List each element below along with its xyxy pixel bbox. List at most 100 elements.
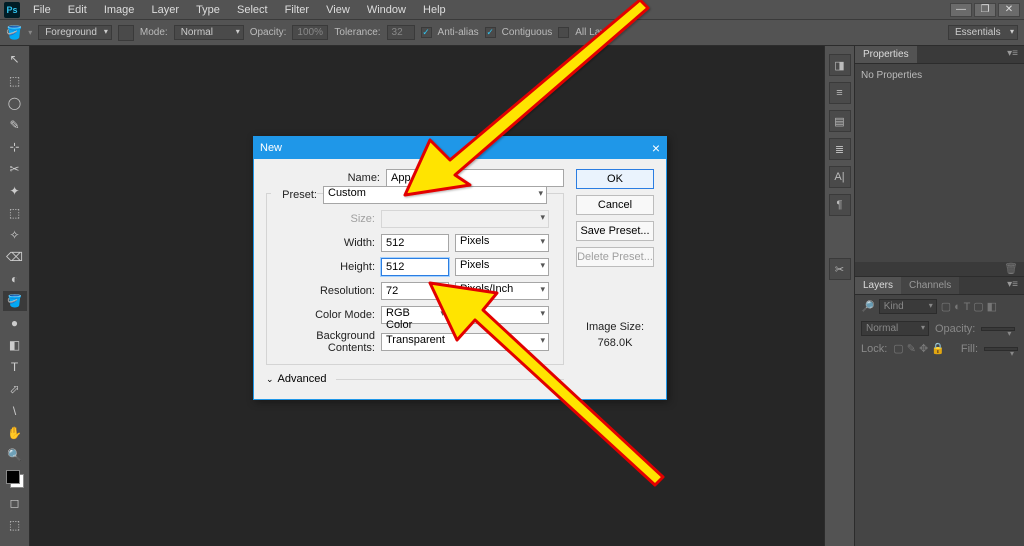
dock-actions-icon[interactable]: ≡ (829, 82, 851, 104)
close-button[interactable]: ✕ (998, 3, 1020, 17)
foreground-dropdown[interactable]: Foreground (38, 25, 112, 40)
menu-image[interactable]: Image (97, 4, 142, 16)
save-preset-button[interactable]: Save Preset... (576, 221, 654, 241)
menu-help[interactable]: Help (416, 4, 453, 16)
properties-menu-icon[interactable]: ▾≡ (1001, 46, 1024, 63)
tool-gradient[interactable]: ◐ (3, 269, 27, 289)
app-logo: Ps (4, 2, 20, 18)
opacity-label: Opacity: (250, 27, 287, 38)
menu-type[interactable]: Type (189, 4, 227, 16)
properties-tab[interactable]: Properties (855, 46, 917, 63)
name-label: Name: (266, 172, 380, 184)
contiguous-checkbox[interactable]: ✓ (485, 27, 496, 38)
tool-quickmask[interactable]: ◻ (3, 493, 27, 513)
ok-button[interactable]: OK (576, 169, 654, 189)
resolution-label: Resolution: (271, 285, 375, 297)
menu-select[interactable]: Select (230, 4, 275, 16)
pattern-icon[interactable] (118, 25, 134, 41)
tool-zoom[interactable]: 🔍 (3, 445, 27, 465)
width-unit-select[interactable]: Pixels (455, 234, 549, 252)
tool-marquee[interactable]: ⬚ (3, 71, 27, 91)
tool-pen[interactable]: ◧ (3, 335, 27, 355)
tool-path[interactable]: ⬀ (3, 379, 27, 399)
menu-layer[interactable]: Layer (144, 4, 186, 16)
tolerance-label: Tolerance: (334, 27, 380, 38)
lock-icons[interactable]: ▢ ✎ ✥ 🔒 (893, 342, 945, 355)
mode-label: Mode: (140, 27, 168, 38)
properties-trash-icon[interactable]: 🗑 (855, 262, 1024, 276)
maximize-button[interactable]: ❐ (974, 3, 996, 17)
filter-icons[interactable]: ▢ ◐ T ▢ ◧ (941, 300, 997, 313)
tolerance-field[interactable]: 32 (387, 25, 415, 40)
size-label: Size: (271, 213, 375, 225)
layer-opacity-field[interactable] (981, 327, 1015, 331)
colormode-select[interactable]: RGB Color (381, 306, 449, 324)
height-unit-select[interactable]: Pixels (455, 258, 549, 276)
kind-dropdown[interactable]: Kind (879, 299, 937, 314)
tool-brush[interactable]: ⬚ (3, 203, 27, 223)
tool-bucket[interactable]: 🪣 (3, 291, 27, 311)
antialias-checkbox[interactable]: ✓ (421, 27, 432, 38)
height-input[interactable] (381, 258, 449, 276)
tool-dodge[interactable]: ● (3, 313, 27, 333)
dock-info-icon[interactable]: ▤ (829, 110, 851, 132)
cancel-button[interactable]: Cancel (576, 195, 654, 215)
menu-file[interactable]: File (26, 4, 58, 16)
dock-history-icon[interactable]: ◨ (829, 54, 851, 76)
size-select (381, 210, 549, 228)
resolution-unit-select[interactable]: Pixels/Inch (455, 282, 549, 300)
dock-para-icon[interactable]: ¶ (829, 194, 851, 216)
chevron-down-icon: ⌄ (266, 374, 274, 385)
tool-move[interactable]: ↖ (3, 49, 27, 69)
layers-menu-icon[interactable]: ▾≡ (1001, 277, 1024, 294)
advanced-toggle[interactable]: ⌄ Advanced (266, 373, 564, 385)
window-controls: — ❐ ✕ (950, 3, 1020, 17)
menu-filter[interactable]: Filter (278, 4, 316, 16)
channels-tab[interactable]: Channels (901, 277, 959, 294)
tool-heal[interactable]: ✦ (3, 181, 27, 201)
tool-eraser[interactable]: ⌫ (3, 247, 27, 267)
mode-dropdown[interactable]: Normal (174, 25, 244, 40)
tool-type[interactable]: T (3, 357, 27, 377)
lock-label: Lock: (861, 343, 887, 355)
width-input[interactable] (381, 234, 449, 252)
preset-label: Preset: (271, 189, 317, 201)
tool-lasso[interactable]: ◯ (3, 93, 27, 113)
kind-label: 🔎 (861, 300, 875, 313)
new-document-dialog: New × Name: Preset: Custom Size: Width: (253, 136, 667, 400)
dock-swatches-icon[interactable]: ≣ (829, 138, 851, 160)
blend-dropdown[interactable]: Normal (861, 321, 929, 336)
colordepth-select[interactable] (455, 306, 549, 324)
opacity-field[interactable]: 100% (292, 25, 328, 40)
name-input[interactable] (386, 169, 564, 187)
workspace-dropdown[interactable]: Essentials (948, 25, 1018, 40)
image-size-label: Image Size: (576, 321, 654, 333)
layers-tab[interactable]: Layers (855, 277, 901, 294)
resolution-input[interactable] (381, 282, 449, 300)
preset-select[interactable]: Custom (323, 186, 547, 204)
tool-hand[interactable]: ✋ (3, 423, 27, 443)
color-swatch[interactable] (6, 470, 24, 488)
dialog-close-icon[interactable]: × (652, 140, 660, 156)
dock-char-icon[interactable]: A| (829, 166, 851, 188)
dock-tool-icon[interactable]: ✂ (829, 258, 851, 280)
dock-strip: ◨ ≡ ▤ ≣ A| ¶ ✂ (824, 46, 854, 546)
alllayers-checkbox[interactable] (558, 27, 569, 38)
menu-view[interactable]: View (319, 4, 357, 16)
tool-stamp[interactable]: ✧ (3, 225, 27, 245)
height-label: Height: (271, 261, 375, 273)
tool-crop[interactable]: ⊹ (3, 137, 27, 157)
menu-window[interactable]: Window (360, 4, 413, 16)
menu-edit[interactable]: Edit (61, 4, 94, 16)
tool-eyedropper[interactable]: ✂ (3, 159, 27, 179)
tool-line[interactable]: \ (3, 401, 27, 421)
layers-panel: Layers Channels ▾≡ 🔎 Kind ▢ ◐ T ▢ ◧ Norm… (855, 276, 1024, 546)
minimize-button[interactable]: — (950, 3, 972, 17)
colormode-label: Color Mode: (271, 309, 375, 321)
panels-area: Properties ▾≡ No Properties 🗑 Layers Cha… (854, 46, 1024, 546)
tool-screenmode[interactable]: ⬚ (3, 515, 27, 535)
tool-wand[interactable]: ✎ (3, 115, 27, 135)
bgcontents-select[interactable]: Transparent (381, 333, 549, 351)
fill-field[interactable] (984, 347, 1018, 351)
dialog-title-bar[interactable]: New × (254, 137, 666, 159)
